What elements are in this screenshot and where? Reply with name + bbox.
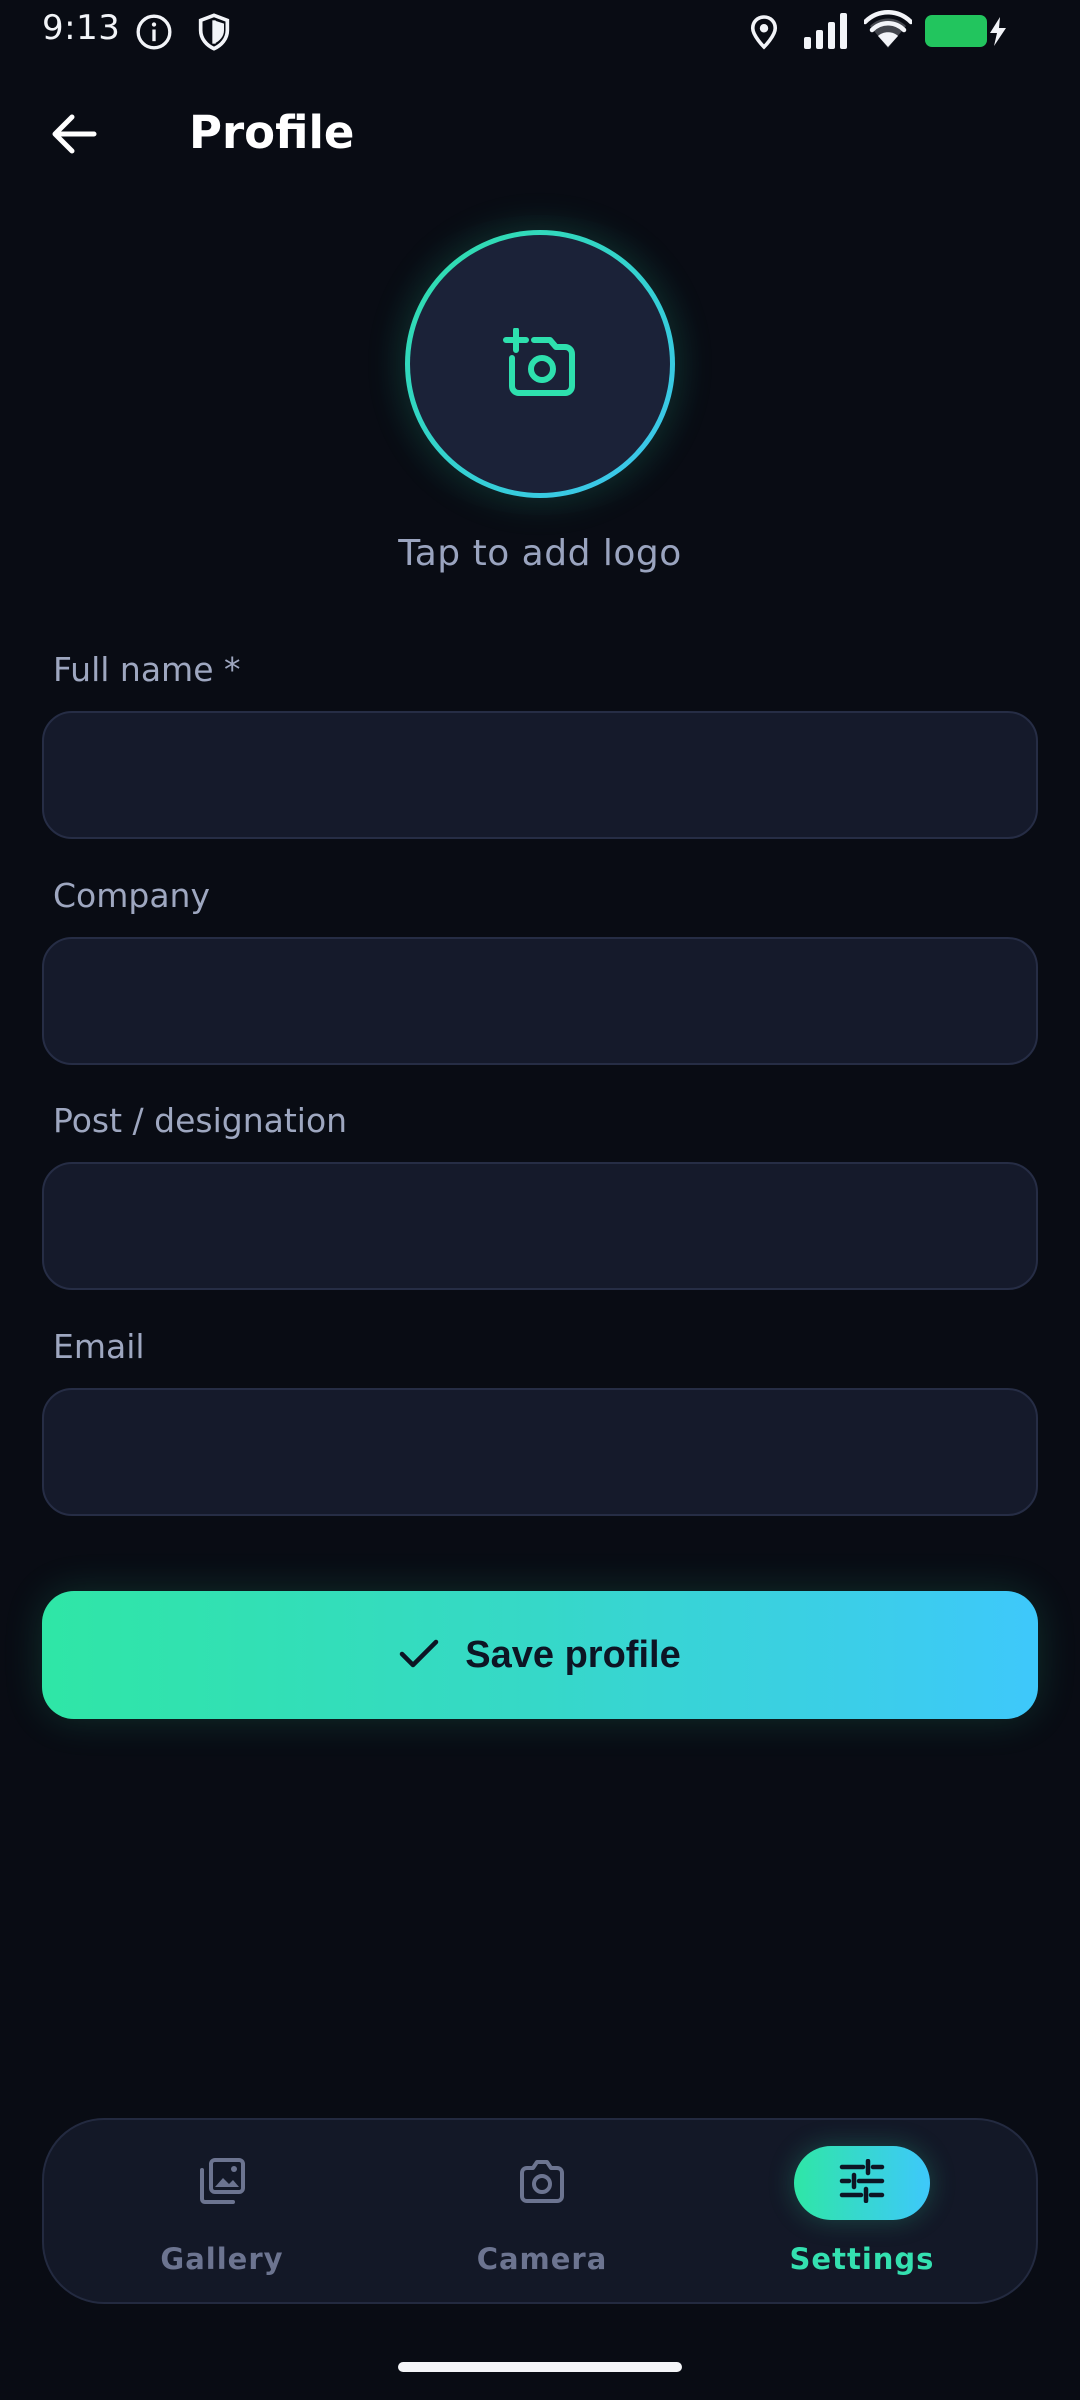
tune-icon bbox=[839, 2158, 885, 2207]
location-icon bbox=[746, 12, 782, 52]
nav-icon-camera bbox=[474, 2146, 610, 2220]
logo-upload-button[interactable] bbox=[405, 230, 675, 498]
home-indicator[interactable] bbox=[398, 2362, 682, 2372]
profile-screen: 9:13 Profile Tap to add logo Full name *… bbox=[0, 0, 1080, 2400]
designation-label: Post / designation bbox=[53, 1101, 348, 1140]
logo-placeholder bbox=[410, 235, 670, 493]
nav-icon-gallery bbox=[154, 2146, 290, 2220]
gallery-icon bbox=[198, 2157, 246, 2209]
save-profile-button[interactable]: Save profile bbox=[42, 1591, 1038, 1719]
status-time: 9:13 bbox=[42, 8, 121, 48]
nav-item-camera[interactable]: Camera bbox=[427, 2146, 657, 2286]
shield-icon bbox=[194, 11, 234, 53]
wifi-icon bbox=[864, 10, 912, 50]
nav-item-gallery[interactable]: Gallery bbox=[107, 2146, 337, 2286]
back-button[interactable] bbox=[38, 104, 110, 168]
app-bar: Profile bbox=[0, 86, 1080, 186]
status-bar: 9:13 bbox=[0, 0, 1080, 62]
company-label: Company bbox=[53, 876, 210, 915]
bottom-nav: Gallery Camera Settings bbox=[42, 2118, 1038, 2304]
arrow-left-icon bbox=[50, 112, 98, 160]
nav-label-camera: Camera bbox=[476, 2242, 608, 2276]
check-icon bbox=[399, 1638, 439, 1673]
nav-label-settings: Settings bbox=[789, 2242, 935, 2276]
camera-icon bbox=[518, 2159, 566, 2207]
info-icon bbox=[134, 12, 174, 52]
company-field[interactable] bbox=[42, 937, 1038, 1065]
signal-icon bbox=[803, 12, 851, 50]
full-name-label: Full name * bbox=[53, 650, 241, 689]
page-title: Profile bbox=[189, 106, 355, 159]
nav-item-settings[interactable]: Settings bbox=[747, 2146, 977, 2286]
full-name-field[interactable] bbox=[42, 711, 1038, 839]
email-label: Email bbox=[53, 1327, 145, 1366]
nav-label-gallery: Gallery bbox=[160, 2242, 284, 2276]
add-photo-icon bbox=[502, 327, 578, 400]
battery-charging-icon bbox=[924, 14, 1008, 48]
email-field[interactable] bbox=[42, 1388, 1038, 1516]
nav-icon-settings bbox=[794, 2146, 930, 2220]
logo-caption: Tap to add logo bbox=[398, 533, 682, 574]
designation-field[interactable] bbox=[42, 1162, 1038, 1290]
save-profile-label: Save profile bbox=[465, 1633, 681, 1676]
